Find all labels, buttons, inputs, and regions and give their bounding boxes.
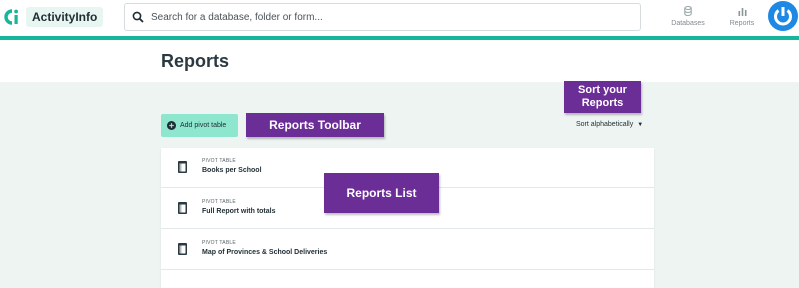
nav-databases[interactable]: Databases (664, 5, 712, 33)
report-type: PIVOT TABLE (202, 199, 236, 205)
add-pivot-table-button[interactable]: Add pivot table (161, 114, 238, 137)
nav-reports-label: Reports (729, 20, 755, 27)
annotation-reports-list: Reports List (324, 173, 439, 213)
add-pivot-table-label: Add pivot table (180, 122, 227, 129)
nav-databases-label: Databases (671, 20, 705, 27)
spreadsheet-icon (178, 243, 187, 255)
search-box[interactable] (124, 3, 641, 31)
top-navigation-bar: ActivityInfo Databases Reports (0, 0, 799, 40)
report-type: PIVOT TABLE (202, 240, 236, 246)
report-type: PIVOT TABLE (202, 158, 236, 164)
annotation-sort-line2: Reports (581, 97, 624, 109)
report-name[interactable]: Full Report with totals (202, 208, 276, 215)
sort-dropdown[interactable]: Sort alphabetically ▼ (576, 121, 643, 128)
app-name[interactable]: ActivityInfo (26, 7, 104, 27)
page-header: Reports (0, 40, 799, 82)
spreadsheet-icon (178, 202, 187, 214)
database-icon (684, 6, 692, 16)
activityinfo-logo-icon[interactable] (2, 5, 20, 29)
report-list-item[interactable]: PIVOT TABLE Map of Provinces & School De… (161, 230, 654, 270)
spreadsheet-icon (178, 161, 187, 173)
search-icon (132, 11, 144, 23)
annotation-sort-line1: Sort your (578, 84, 627, 96)
power-icon (774, 7, 792, 26)
plus-circle-icon (167, 121, 176, 130)
sort-label: Sort alphabetically (576, 121, 634, 128)
nav-reports[interactable]: Reports (718, 5, 766, 33)
report-name[interactable]: Books per School (202, 167, 262, 174)
annotation-sort-reports: Sort your Reports (564, 81, 641, 113)
annotation-reports-toolbar: Reports Toolbar (246, 113, 384, 137)
user-avatar[interactable] (768, 1, 798, 31)
report-name[interactable]: Map of Provinces & School Deliveries (202, 249, 327, 256)
bar-chart-icon (738, 8, 746, 16)
caret-down-icon: ▼ (637, 122, 644, 128)
reports-list: PIVOT TABLE Books per School PIVOT TABLE… (161, 148, 654, 288)
page-title: Reports (161, 51, 230, 71)
search-input[interactable] (151, 4, 631, 30)
